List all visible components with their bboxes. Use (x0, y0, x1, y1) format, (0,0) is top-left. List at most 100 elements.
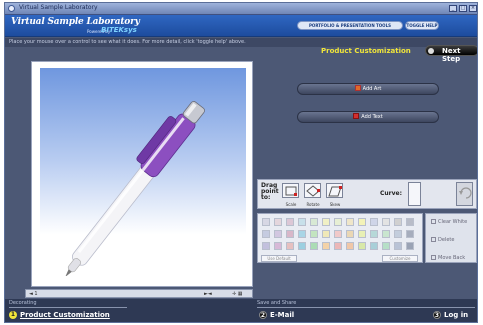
canvas-toolbar: ◄ 1 ►◄ ✛ ▦ (25, 289, 253, 298)
color-swatch[interactable] (310, 230, 318, 238)
curve-tool[interactable] (408, 182, 421, 206)
page-nav-control[interactable]: ◄ 1 (29, 291, 38, 297)
clear-white-icon (431, 219, 436, 224)
color-swatch[interactable] (298, 218, 306, 226)
use-default-button[interactable]: Use Default (261, 255, 297, 262)
next-step-icon (428, 48, 434, 54)
color-swatch[interactable] (274, 242, 282, 250)
next-step-label: Next Step (442, 47, 461, 63)
scale-icon (285, 186, 297, 196)
rotate-label: Rotate (306, 202, 320, 207)
color-swatch[interactable] (310, 242, 318, 250)
add-art-button[interactable]: Add Art (297, 83, 439, 95)
product-canvas[interactable] (31, 61, 253, 287)
color-swatch[interactable] (262, 242, 270, 250)
scale-label: Scale (285, 202, 297, 207)
clear-white-button[interactable]: Clear White (431, 219, 467, 225)
color-swatch[interactable] (310, 218, 318, 226)
color-swatch[interactable] (406, 230, 414, 238)
color-swatch[interactable] (298, 230, 306, 238)
grid-toggle[interactable]: ✛ ▦ (232, 291, 243, 297)
color-palette: Use Default Customize (257, 213, 423, 263)
color-swatch[interactable] (346, 230, 354, 238)
step-number-badge: 3 (433, 311, 441, 319)
app-icon (8, 5, 15, 12)
help-infobar: Place your mouse over a control to see w… (5, 38, 477, 47)
color-swatch[interactable] (334, 242, 342, 250)
delete-icon (431, 237, 436, 242)
color-swatch[interactable] (262, 218, 270, 226)
move-back-icon (431, 255, 436, 260)
color-swatch[interactable] (334, 218, 342, 226)
color-swatch[interactable] (382, 242, 390, 250)
decorating-section-label: Decorating (9, 300, 37, 306)
move-back-button[interactable]: Move Back (431, 255, 465, 261)
color-swatch[interactable] (406, 218, 414, 226)
save-share-divider (257, 307, 475, 308)
color-swatch[interactable] (394, 230, 402, 238)
color-swatch[interactable] (358, 242, 366, 250)
color-swatch[interactable] (346, 218, 354, 226)
color-swatch[interactable] (274, 230, 282, 238)
color-swatch[interactable] (370, 230, 378, 238)
color-swatch[interactable] (286, 230, 294, 238)
add-text-button[interactable]: Add Text (297, 111, 439, 123)
undo-icon (459, 187, 472, 199)
next-step-button[interactable]: Next Step (425, 45, 477, 63)
customize-button[interactable]: Customize (382, 255, 418, 262)
step-product-customization[interactable]: 1 Product Customization (9, 311, 110, 320)
drag-point-label: Drag point to: (261, 182, 279, 201)
color-swatch[interactable] (322, 242, 330, 250)
add-art-label: Add Art (362, 86, 382, 92)
color-swatch[interactable] (322, 218, 330, 226)
color-swatch[interactable] (406, 242, 414, 250)
color-actions: Clear White Delete Move Back (425, 213, 477, 263)
scale-tool[interactable] (282, 183, 299, 198)
step-log-in[interactable]: 3 Log in (433, 311, 468, 320)
brand-logo: BITEKsys (101, 26, 137, 34)
skew-tool[interactable] (326, 183, 343, 198)
transform-toolbar: Drag point to: Scale Rotate Skew Curve: (257, 179, 477, 209)
color-swatch[interactable] (370, 242, 378, 250)
color-swatch[interactable] (358, 218, 366, 226)
step-label: Product Customization (20, 311, 110, 319)
minimize-icon[interactable]: _ (449, 5, 457, 12)
color-swatch[interactable] (346, 242, 354, 250)
color-swatch[interactable] (298, 242, 306, 250)
step-number-badge: 2 (259, 311, 267, 319)
save-share-section-label: Save and Share (257, 300, 297, 306)
color-swatch[interactable] (382, 230, 390, 238)
add-text-label: Add Text (361, 114, 383, 120)
color-swatch[interactable] (286, 218, 294, 226)
undo-button[interactable] (456, 182, 473, 206)
color-swatch[interactable] (274, 218, 282, 226)
color-swatch[interactable] (370, 218, 378, 226)
maximize-icon[interactable]: □ (459, 5, 467, 12)
portfolio-tools-link[interactable]: PORTFOLIO & PRESENTATION TOOLS (297, 21, 403, 30)
step-email[interactable]: 2 E-Mail (259, 311, 294, 320)
app-header: Virtual Sample Laboratory Powered by BIT… (5, 15, 477, 37)
skew-icon (328, 186, 342, 197)
color-swatch[interactable] (394, 242, 402, 250)
step-label: Log in (444, 311, 469, 319)
color-swatch[interactable] (382, 218, 390, 226)
rotate-icon (306, 185, 320, 197)
color-swatch[interactable] (322, 230, 330, 238)
color-swatch[interactable] (262, 230, 270, 238)
delete-button[interactable]: Delete (431, 237, 454, 243)
step-label: E-Mail (270, 311, 295, 319)
color-swatch[interactable] (358, 230, 366, 238)
zoom-control[interactable]: ►◄ (204, 291, 212, 297)
window-title: Virtual Sample Laboratory (19, 4, 98, 11)
color-swatch[interactable] (286, 242, 294, 250)
app-window: Virtual Sample Laboratory _ □ × Virtual … (4, 2, 478, 323)
color-swatch[interactable] (334, 230, 342, 238)
move-back-label: Move Back (438, 255, 466, 261)
clear-white-label: Clear White (438, 219, 468, 225)
delete-label: Delete (438, 237, 455, 243)
rotate-tool[interactable] (304, 183, 321, 198)
close-icon[interactable]: × (469, 5, 477, 12)
curve-label: Curve: (380, 190, 403, 197)
color-swatch[interactable] (394, 218, 402, 226)
toggle-help-link[interactable]: TOGGLE HELP (405, 21, 439, 30)
